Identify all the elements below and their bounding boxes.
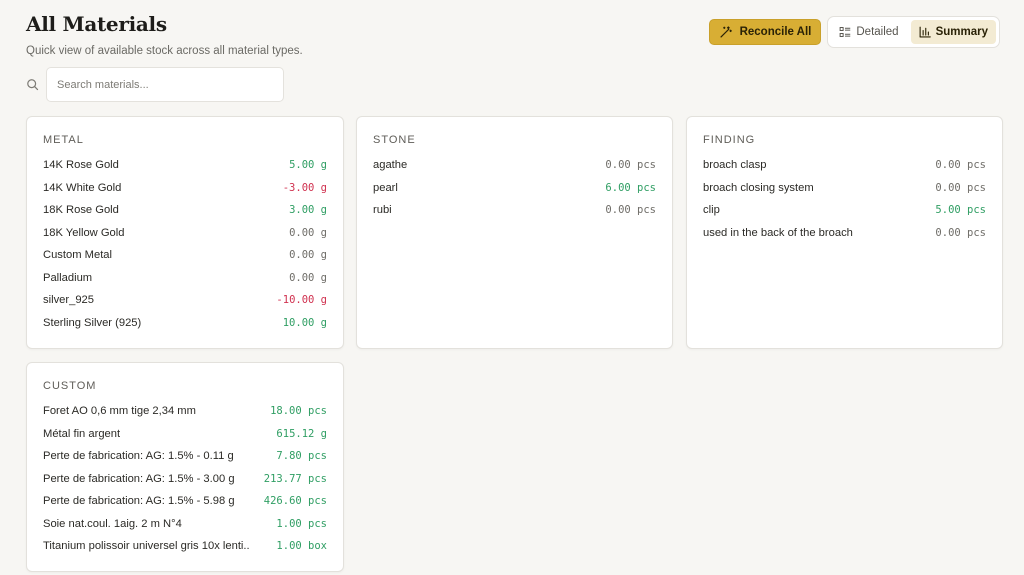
material-row: rubi 0.00 pcs [373,199,656,222]
material-name: Custom Metal [43,249,113,262]
material-name: broach clasp [703,159,767,172]
material-quantity: 0.00 g [289,271,327,284]
card-heading: CUSTOM [43,380,97,392]
stone-card: STONE agathe 0.00 pcs pearl 6.00 pcs rubi 0.0… [356,116,673,349]
page-title: All Materials [26,12,167,36]
material-name: Sterling Silver (925) [43,316,142,329]
material-name: 18K Rose Gold [43,204,119,217]
material-quantity: 0.00 g [289,226,327,239]
material-row: broach clasp 0.00 pcs [703,154,986,177]
material-quantity: 5.00 g [289,159,327,172]
material-name: pearl [373,181,398,194]
material-name: used in the back of the broach [703,226,853,239]
material-row: silver_925 -10.00 g [43,289,327,312]
material-row: broach closing system 0.00 pcs [703,177,986,200]
material-name: Titanium polissoir universel gris 10x le… [43,540,250,553]
material-name: Palladium [43,271,93,284]
material-quantity: 5.00 pcs [935,204,986,217]
material-quantity: 10.00 g [282,316,327,329]
material-row: Palladium 0.00 g [43,267,327,290]
material-row: Foret AO 0,6 mm tige 2,34 mm 18.00 pcs [43,400,327,423]
material-name: 14K White Gold [43,181,122,194]
card-heading: FINDING [703,134,756,146]
material-quantity: 426.60 pcs [263,495,327,508]
material-row: 14K Rose Gold 5.00 g [43,154,327,177]
material-quantity: 1.00 box [276,540,327,553]
material-quantity: 3.00 g [289,204,327,217]
material-name: Métal fin argent [43,427,121,440]
custom-card: CUSTOM Foret AO 0,6 mm tige 2,34 mm 18.00… [26,362,344,572]
material-quantity: 0.00 pcs [605,204,656,217]
material-name: Perte de fabrication: AG: 1.5% - 3.00 g [43,472,235,485]
page-subtitle: Quick view of available stock across all… [26,45,303,57]
material-quantity: 0.00 pcs [935,181,986,194]
material-name: agathe [373,159,408,172]
material-name: broach closing system [703,181,814,194]
material-quantity: 615.12 g [276,427,327,440]
material-quantity: 7.80 pcs [276,450,327,463]
material-row: Sterling Silver (925) 10.00 g [43,312,327,335]
material-quantity: 0.00 g [289,249,327,262]
page-header: All Materials Quick view of available st… [26,12,303,57]
summary-view-button[interactable]: Summary [910,20,996,44]
material-row: clip 5.00 pcs [703,199,986,222]
material-name: 14K Rose Gold [43,159,119,172]
material-name: Perte de fabrication: AG: 1.5% - 5.98 g [43,495,235,508]
material-row: 14K White Gold -3.00 g [43,177,327,200]
material-row: Perte de fabrication: AG: 1.5% - 5.98 g 4… [43,490,327,513]
material-name: Soie nat.coul. 1aig. 2 m N°4 [43,517,182,530]
material-row: used in the back of the broach 0.00 pcs [703,222,986,245]
summary-view-label: Summary [935,26,988,38]
view-toggle: Detailed Summary [827,16,1000,48]
finding-card: FINDING broach clasp 0.00 pcs broach closi… [686,116,1003,349]
reconcile-all-button[interactable]: Reconcile All [708,19,822,45]
material-list: agathe 0.00 pcs pearl 6.00 pcs rubi 0.00 pcs [373,154,656,222]
material-quantity: 0.00 pcs [605,159,656,172]
metal-card: METAL 14K Rose Gold 5.00 g 14K White Gold -… [26,116,344,349]
bar-chart-icon [919,26,931,38]
detailed-view-button[interactable]: Detailed [831,20,906,44]
material-quantity: 1.00 pcs [276,517,327,530]
material-quantity: 6.00 pcs [605,181,656,194]
material-quantity: 0.00 pcs [935,159,986,172]
material-quantity: 213.77 pcs [263,472,327,485]
list-icon [839,26,851,38]
material-row: 18K Rose Gold 3.00 g [43,199,327,222]
material-quantity: -10.00 g [276,294,327,307]
material-row: Titanium polissoir universel gris 10x le… [43,535,327,558]
material-name: Perte de fabrication: AG: 1.5% - 0.11 g [43,450,234,463]
material-name: Foret AO 0,6 mm tige 2,34 mm [43,405,196,418]
material-row: 18K Yellow Gold 0.00 g [43,222,327,245]
material-name: rubi [373,204,392,217]
detailed-view-label: Detailed [856,26,899,38]
material-quantity: 18.00 pcs [270,405,327,418]
material-row: Custom Metal 0.00 g [43,244,327,267]
material-name: silver_925 [43,294,94,307]
header-actions: Reconcile All Detailed Summary [708,16,1000,48]
material-row: Perte de fabrication: AG: 1.5% - 3.00 g 2… [43,468,327,491]
material-row: pearl 6.00 pcs [373,177,656,200]
material-row: agathe 0.00 pcs [373,154,656,177]
material-row: Métal fin argent 615.12 g [43,423,327,446]
material-name: 18K Yellow Gold [43,226,125,239]
material-list: broach clasp 0.00 pcs broach closing syste… [703,154,986,244]
material-name: clip [703,204,720,217]
wand-icon [719,25,732,39]
card-heading: STONE [373,134,416,146]
search-bar [26,67,284,102]
material-list: 14K Rose Gold 5.00 g 14K White Gold -3.00 g… [43,154,327,334]
material-row: Perte de fabrication: AG: 1.5% - 0.11 g 7… [43,445,327,468]
search-icon [26,78,39,91]
material-row: Soie nat.coul. 1aig. 2 m N°4 1.00 pcs [43,513,327,536]
material-list: Foret AO 0,6 mm tige 2,34 mm 18.00 pcs Mét… [43,400,327,558]
card-heading: METAL [43,134,84,146]
reconcile-all-label: Reconcile All [739,26,812,38]
material-quantity: -3.00 g [282,181,327,194]
material-quantity: 0.00 pcs [935,226,986,239]
search-input[interactable] [46,67,284,102]
